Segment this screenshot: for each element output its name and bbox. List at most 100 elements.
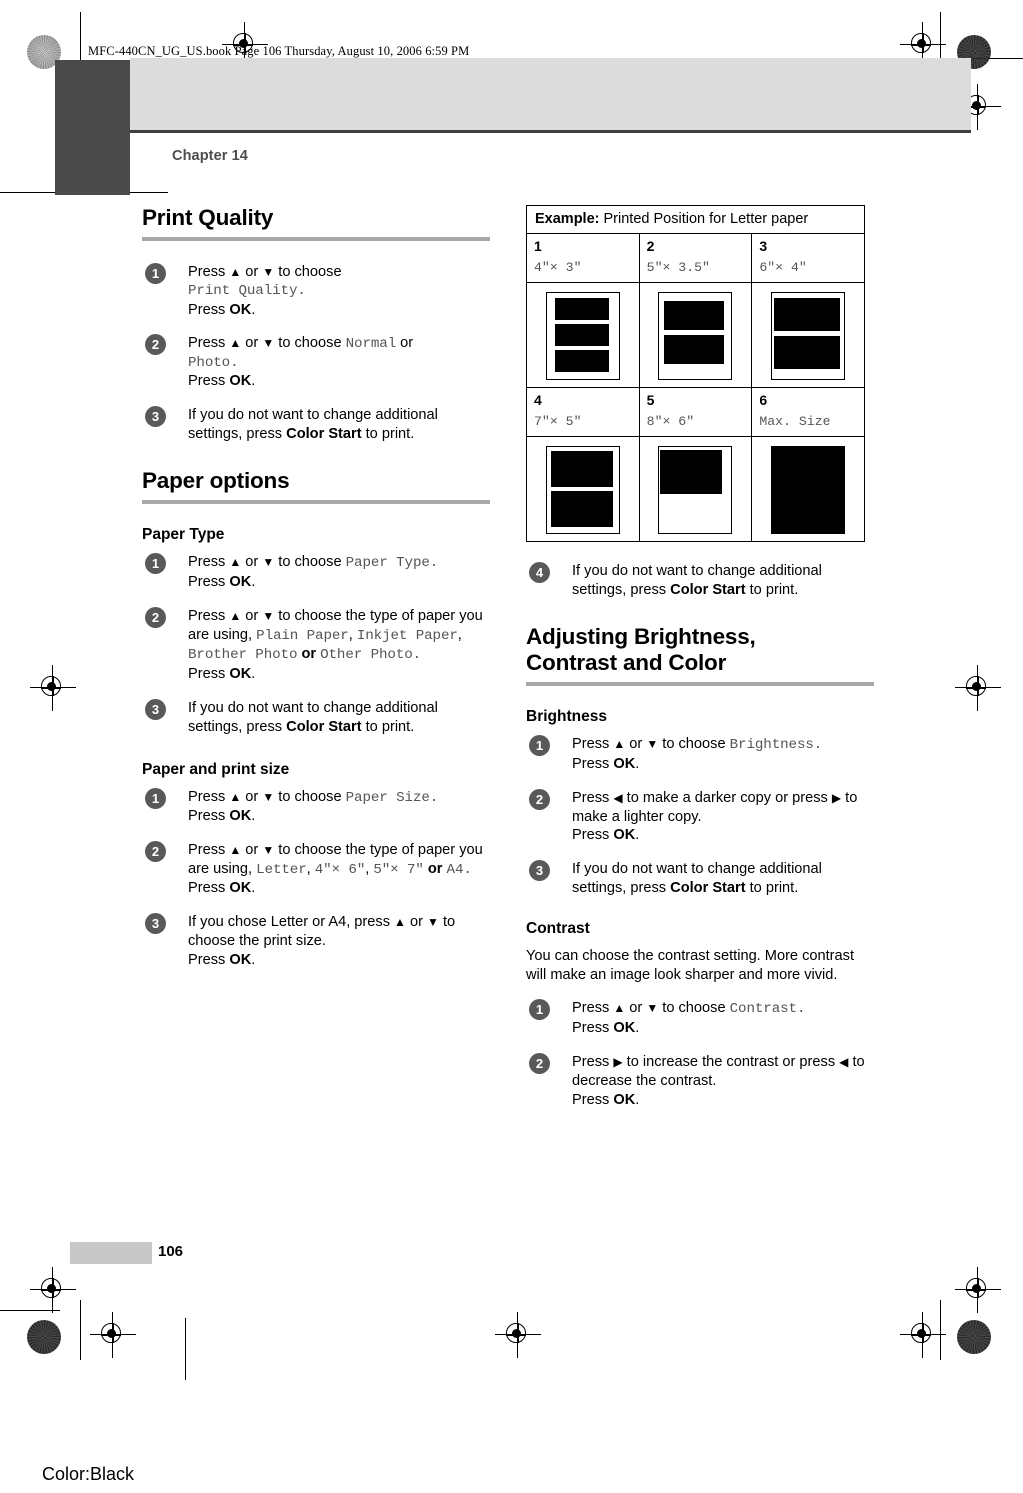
step-line-1: Press ▲ or ▼ to choose Contrast.	[572, 999, 874, 1018]
step-line-3: Press OK.	[188, 807, 490, 826]
table-row: 4 7"× 5" 5 8"× 6" 6 Max. Size	[526, 387, 865, 437]
down-arrow-icon: ▼	[262, 789, 275, 804]
step-badge: 3	[145, 913, 166, 935]
key-label-ok: OK	[229, 373, 252, 390]
text-fragment: to choose	[274, 264, 342, 281]
down-arrow-icon: ▼	[262, 843, 275, 858]
text-fragment: Press	[188, 952, 230, 969]
heading-adjusting: Adjusting Brightness, Contrast and Color	[526, 624, 874, 676]
step-item: 1 Press ▲ or ▼ to choose Paper Size. Pre…	[142, 787, 490, 826]
lcd-text: Normal	[345, 336, 397, 353]
header-band	[130, 58, 971, 133]
contrast-intro: You can choose the contrast setting. Mor…	[526, 948, 855, 984]
step-item: 1 Press ▲ or ▼ to choose Paper Type. Pre…	[142, 553, 490, 591]
text-fragment: or	[241, 607, 263, 624]
step-line-1: If you chose Letter or A4, press ▲ or ▼ …	[188, 913, 490, 951]
heading-rule	[526, 682, 874, 687]
step-line-3: Press OK.	[188, 372, 490, 391]
text-fragment: to print.	[745, 581, 799, 598]
chapter-thumb-tab	[55, 60, 130, 195]
print-quality-steps: 1 Press ▲ or ▼ to choose Print Quality. …	[142, 263, 490, 444]
layout-diagram-cell-6	[751, 436, 865, 542]
text-fragment: Press	[572, 755, 614, 772]
size-label-cell-4: 4 7"× 5"	[526, 387, 640, 437]
right-column: Example: Printed Position for Letter pap…	[526, 205, 874, 1125]
color-rosette-bottom-left	[27, 1320, 61, 1354]
size-dimension: 6"× 4"	[759, 260, 807, 275]
registration-mark-bottom-left	[90, 1312, 136, 1358]
step-badge: 3	[145, 698, 166, 720]
text-fragment: or	[241, 335, 263, 352]
size-dimension: 4"× 3"	[534, 260, 582, 275]
text-fragment: to print.	[745, 880, 799, 897]
paper-sheet-diagram-2	[658, 292, 733, 380]
step-line-3: Press OK.	[188, 951, 490, 970]
key-label-color-start: Color Start	[670, 581, 746, 598]
text-fragment: Press	[572, 1053, 614, 1070]
size-label-cell-2: 2 5"× 3.5"	[638, 233, 753, 283]
lcd-text: Paper Size.	[345, 789, 439, 806]
left-column: Print Quality 1 Press ▲ or ▼ to choose P…	[142, 205, 490, 985]
caption-text: Printed Position for Letter paper	[599, 211, 809, 227]
paper-sheet-diagram-6	[771, 446, 846, 534]
step-item: 2 Press ▶ to increase the contrast or pr…	[526, 1052, 874, 1110]
photo-block	[774, 298, 841, 331]
step-item: 3 If you do not want to change additiona…	[142, 406, 490, 444]
up-arrow-icon: ▲	[229, 789, 242, 804]
down-arrow-icon: ▼	[262, 336, 275, 351]
step-item: 1 Press ▲ or ▼ to choose Brightness. Pre…	[526, 735, 874, 773]
text-fragment: Press	[188, 264, 230, 281]
step-item: 3 If you chose Letter or A4, press ▲ or …	[142, 913, 490, 970]
step-badge: 3	[145, 406, 166, 428]
step-badge: 2	[529, 788, 550, 810]
size-dimension: Max. Size	[759, 414, 831, 429]
text-fragment: .	[251, 573, 256, 590]
photo-block	[550, 491, 613, 527]
up-arrow-icon: ▲	[613, 737, 626, 752]
step-line-3: Press OK.	[188, 879, 490, 898]
key-label-ok: OK	[229, 665, 252, 682]
lcd-option-3: 5"× 7"	[373, 861, 424, 878]
text-fragment: or	[625, 1000, 647, 1017]
step-line-3: Press OK.	[188, 301, 490, 320]
size-label-cell-5: 5 8"× 6"	[638, 387, 753, 437]
heading-brightness: Brightness	[526, 708, 607, 726]
lcd-option-1: Letter	[256, 861, 307, 878]
step-line-1: Press ▲ or ▼ to choose the type of paper…	[188, 607, 490, 665]
page-number: 106	[158, 1243, 184, 1260]
text-fragment: to choose	[274, 788, 346, 805]
registration-mark-bottom-left-upper	[30, 1267, 76, 1313]
step-item: 2 Press ▲ or ▼ to choose the type of pap…	[142, 841, 490, 898]
table-row	[526, 282, 865, 388]
up-arrow-icon: ▲	[229, 843, 242, 858]
step-line-3: Press OK.	[572, 1019, 874, 1038]
photo-block	[554, 350, 609, 372]
text-fragment: Press	[188, 788, 230, 805]
step-badge: 1	[529, 735, 550, 757]
step-line-1: Press ▶ to increase the contrast or pres…	[572, 1053, 874, 1091]
heading-paper-type: Paper Type	[142, 526, 225, 544]
size-index: 1	[534, 238, 542, 254]
text-fragment: .	[251, 808, 256, 825]
heading-contrast: Contrast	[526, 920, 590, 938]
text-fragment: Press	[188, 373, 230, 390]
down-arrow-icon: ▼	[262, 265, 275, 280]
text-fragment: Press	[188, 301, 230, 318]
footer-bar	[70, 1242, 152, 1264]
heading-rule	[142, 237, 490, 242]
down-arrow-icon: ▼	[262, 555, 275, 570]
key-label-ok: OK	[229, 573, 252, 590]
text-fragment: .	[635, 1091, 640, 1108]
step-line-1: Press ▲ or ▼ to choose Brightness.	[572, 735, 874, 754]
heading-rule	[142, 500, 490, 505]
step-item: 2 Press ▲ or ▼ to choose Normal or Photo…	[142, 334, 490, 391]
text-fragment: Press	[188, 607, 230, 624]
lcd-option-1: Plain Paper	[256, 627, 349, 644]
heading-line-2: Contrast and Color	[526, 650, 727, 676]
photo-block	[554, 298, 609, 320]
size-label-cell-6: 6 Max. Size	[751, 387, 865, 437]
step-item: 1 Press ▲ or ▼ to choose Print Quality. …	[142, 263, 490, 319]
text-fragment: .	[251, 665, 256, 682]
example-printed-position-table: Example: Printed Position for Letter pap…	[526, 205, 865, 542]
paper-sheet-diagram-4	[545, 446, 620, 534]
